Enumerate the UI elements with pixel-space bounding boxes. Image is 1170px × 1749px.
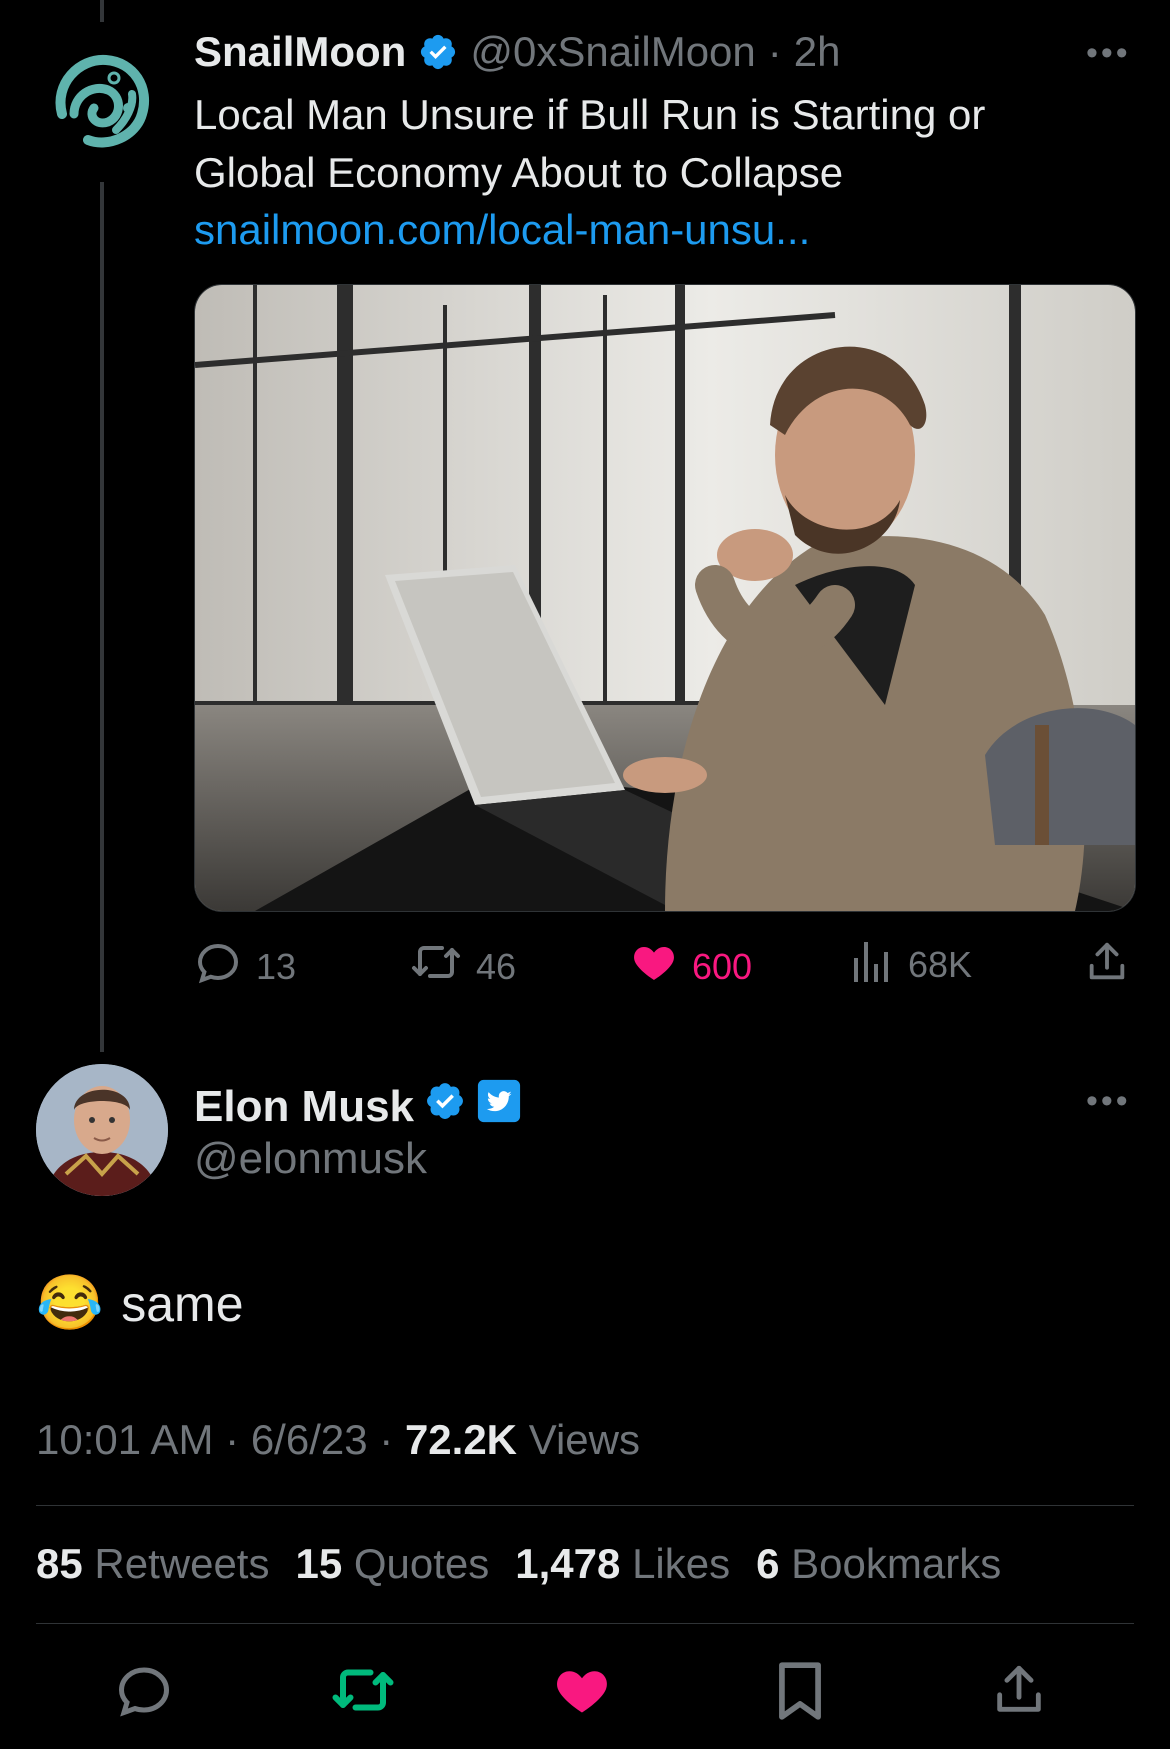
tweet-text: same bbox=[121, 1275, 244, 1332]
like-button[interactable]: 600 bbox=[630, 938, 752, 995]
avatar[interactable] bbox=[36, 1064, 168, 1196]
retweet-icon bbox=[330, 1660, 396, 1720]
stat-quotes[interactable]: 15 Quotes bbox=[295, 1540, 489, 1588]
quoted-tweet-text: Local Man Unsure if Bull Run is Starting… bbox=[194, 86, 1114, 202]
reply-button[interactable] bbox=[114, 1660, 174, 1720]
separator-dot: · bbox=[767, 28, 782, 75]
share-button[interactable] bbox=[990, 1660, 1048, 1720]
like-button[interactable] bbox=[552, 1660, 612, 1720]
reply-icon bbox=[114, 1660, 174, 1720]
retweet-icon bbox=[410, 938, 462, 995]
author-handle[interactable]: @elonmusk bbox=[194, 1134, 427, 1184]
tweet-date[interactable]: 6/6/23 bbox=[251, 1416, 368, 1463]
separator-dot: · bbox=[379, 1416, 394, 1463]
main-tweet-header: Elon Musk bbox=[194, 1078, 522, 1135]
bookmark-button[interactable] bbox=[772, 1660, 828, 1722]
separator-dot: · bbox=[225, 1416, 240, 1463]
reply-count: 13 bbox=[256, 945, 297, 987]
more-options-icon[interactable]: ••• bbox=[1086, 1082, 1131, 1121]
author-name[interactable]: SnailMoon bbox=[194, 28, 406, 76]
divider bbox=[36, 1505, 1134, 1506]
stat-bookmarks[interactable]: 6 Bookmarks bbox=[756, 1540, 1001, 1588]
analytics-icon bbox=[852, 938, 894, 991]
retweet-count: 46 bbox=[476, 945, 517, 987]
tweet-media-image[interactable] bbox=[194, 284, 1136, 912]
author-name[interactable]: Elon Musk bbox=[194, 1082, 414, 1132]
share-icon bbox=[1084, 942, 1130, 990]
verified-badge-icon bbox=[418, 32, 458, 72]
tweet-time[interactable]: 10:01 AM bbox=[36, 1416, 213, 1463]
share-icon bbox=[990, 1660, 1048, 1720]
thread-line-top bbox=[100, 0, 104, 22]
tweet-stats: 85 Retweets 15 Quotes 1,478 Likes 6 Book… bbox=[36, 1540, 1001, 1588]
like-count: 600 bbox=[692, 945, 753, 987]
avatar[interactable] bbox=[44, 44, 160, 160]
views-button[interactable]: 68K bbox=[852, 938, 972, 991]
reply-button[interactable]: 13 bbox=[194, 938, 296, 995]
time-ago[interactable]: 2h bbox=[794, 28, 841, 76]
retweet-button[interactable] bbox=[330, 1660, 396, 1720]
reply-icon bbox=[194, 938, 242, 995]
retweet-button[interactable]: 46 bbox=[410, 938, 516, 995]
stat-likes[interactable]: 1,478 Likes bbox=[515, 1540, 730, 1588]
twitter-affiliate-badge-icon bbox=[476, 1078, 522, 1135]
tweet-timestamp: 10:01 AM · 6/6/23 · 72.2K Views bbox=[36, 1416, 640, 1464]
main-tweet-text: 😂 same bbox=[36, 1272, 244, 1335]
tweet-text-line: Local Man Unsure if Bull Run is Starting… bbox=[194, 91, 986, 138]
more-options-icon[interactable]: ••• bbox=[1086, 34, 1131, 73]
author-handle[interactable]: @0xSnailMoon bbox=[470, 28, 755, 76]
heart-icon bbox=[552, 1660, 612, 1720]
views-count: 72.2K bbox=[404, 1416, 518, 1463]
stat-retweets[interactable]: 85 Retweets bbox=[36, 1540, 269, 1588]
divider bbox=[36, 1623, 1134, 1624]
quoted-tweet-header: SnailMoon @0xSnailMoon · 2h bbox=[194, 28, 841, 76]
tweet-text-line: Global Economy About to Collapse bbox=[194, 149, 844, 196]
heart-icon bbox=[630, 938, 678, 995]
views-label: Views bbox=[528, 1416, 640, 1463]
laughing-emoji-icon: 😂 bbox=[36, 1273, 104, 1333]
article-link[interactable]: snailmoon.com/local-man-unsu... bbox=[194, 206, 810, 254]
views-count: 68K bbox=[908, 943, 973, 985]
bookmark-icon bbox=[772, 1660, 828, 1722]
verified-badge-icon bbox=[424, 1080, 466, 1133]
share-button[interactable] bbox=[1084, 938, 1130, 991]
thread-line bbox=[100, 182, 104, 1052]
